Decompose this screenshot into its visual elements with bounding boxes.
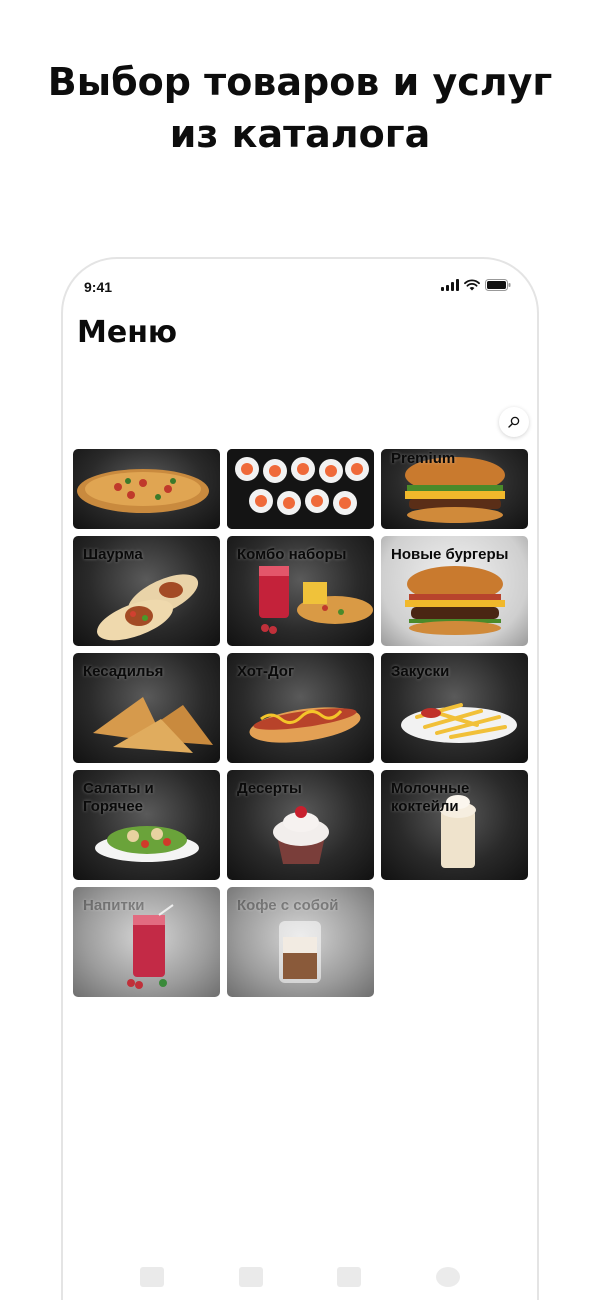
- category-tile-milkshakes[interactable]: Молочные коктейли: [381, 770, 528, 880]
- category-label: Закуски: [391, 663, 450, 680]
- category-tile-drinks[interactable]: Напитки: [73, 887, 220, 997]
- signal-icon: [441, 279, 459, 291]
- headline-line-2: из каталога: [169, 112, 431, 156]
- category-tile-shawarma[interactable]: Шаурма: [73, 536, 220, 646]
- category-label: Шаурма: [83, 546, 143, 563]
- page-title: Меню: [77, 315, 178, 350]
- category-tile-snacks[interactable]: Закуски: [381, 653, 528, 763]
- promo-headline: Выбор товаров и услуг из каталога: [0, 56, 600, 160]
- empty-cell: [381, 887, 528, 997]
- category-tile-desserts[interactable]: Десерты: [227, 770, 374, 880]
- category-tile-new-burgers[interactable]: Новые бургеры: [381, 536, 528, 646]
- headline-line-1: Выбор товаров и услуг: [47, 60, 553, 104]
- category-label: Десерты: [237, 780, 302, 797]
- battery-icon: [485, 279, 511, 291]
- category-label: Кесадилья: [83, 663, 164, 680]
- category-grid: Premium Шаурма Комбо наборы Новые бургер…: [73, 449, 529, 997]
- category-label: Молочные коктейли: [391, 780, 470, 815]
- status-bar: 9:41: [63, 259, 537, 315]
- menu-tab-icon[interactable]: [140, 1267, 165, 1287]
- category-tile-combo[interactable]: Комбо наборы: [227, 536, 374, 646]
- search-icon: [508, 416, 520, 428]
- profile-tab-icon[interactable]: [435, 1267, 460, 1287]
- category-label: Premium: [391, 450, 456, 467]
- category-label: Комбо наборы: [237, 546, 347, 563]
- category-tile-quesadilla[interactable]: Кесадилья: [73, 653, 220, 763]
- status-time: 9:41: [84, 279, 113, 295]
- category-tile-salads[interactable]: Салаты и Горячее: [73, 770, 220, 880]
- category-tile-hot-dog[interactable]: Хот-Дог: [227, 653, 374, 763]
- category-tile-premium[interactable]: Premium: [381, 449, 528, 529]
- search-button[interactable]: [499, 407, 529, 437]
- category-label: Новые бургеры: [391, 546, 509, 563]
- wifi-icon: [464, 279, 480, 291]
- category-label: Салаты и Горячее: [83, 780, 154, 815]
- category-tile-sushi[interactable]: [227, 449, 374, 529]
- category-label: Напитки: [83, 897, 145, 914]
- phone-frame: 9:41 Меню Premium Шаурма Комбо наборы Но…: [61, 257, 539, 1300]
- orders-tab-icon[interactable]: [337, 1267, 362, 1287]
- category-tile-pizza[interactable]: [73, 449, 220, 529]
- tab-bar: [63, 1267, 537, 1287]
- status-icons: [441, 279, 511, 291]
- cart-tab-icon[interactable]: [238, 1267, 263, 1287]
- sushi-image: [227, 449, 374, 529]
- category-tile-coffee[interactable]: Кофе с собой: [227, 887, 374, 997]
- category-label: Кофе с собой: [237, 897, 339, 914]
- category-label: Хот-Дог: [237, 663, 295, 680]
- pizza-image: [77, 469, 209, 513]
